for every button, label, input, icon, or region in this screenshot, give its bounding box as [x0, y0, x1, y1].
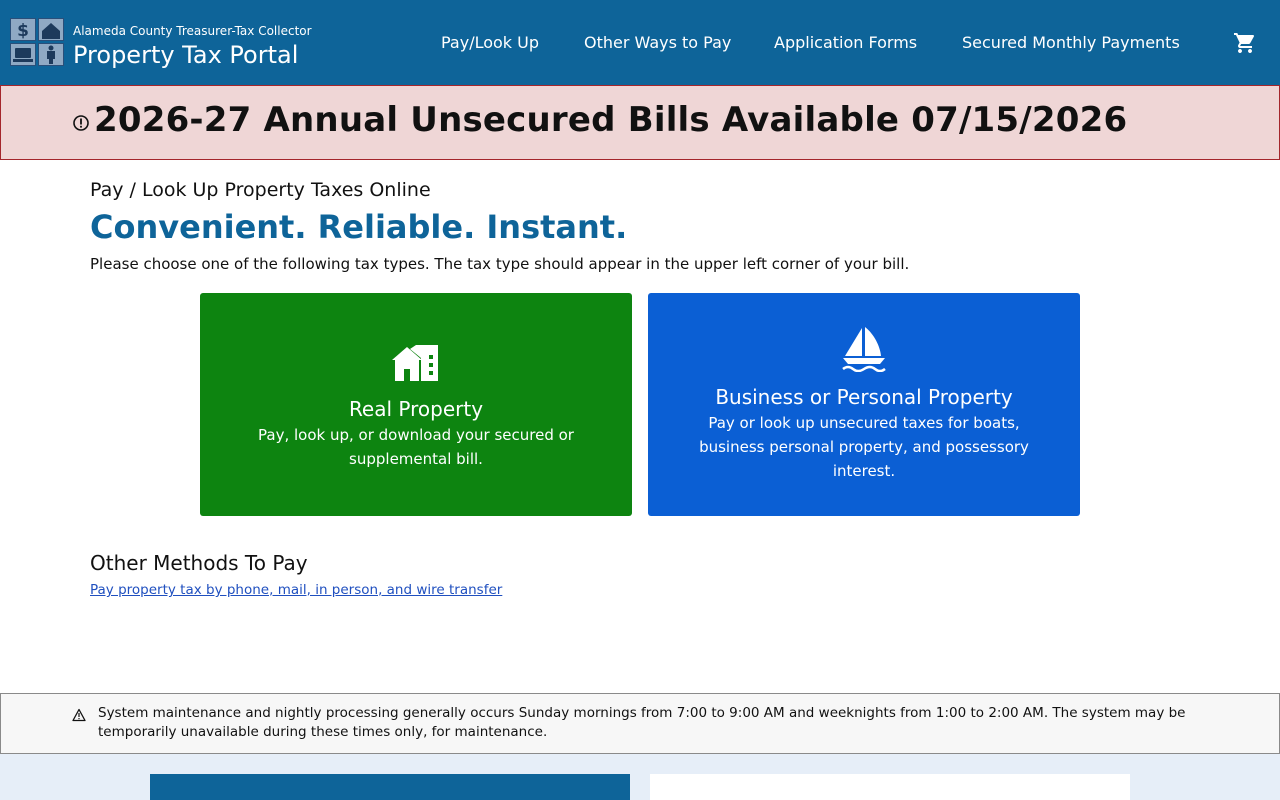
page-tagline: Convenient. Reliable. Instant.: [90, 208, 628, 246]
instructions-text: Please choose one of the following tax t…: [90, 255, 910, 273]
alert-text: 2026-27 Annual Unsecured Bills Available…: [94, 100, 1128, 140]
footer-card-left: [150, 774, 630, 800]
maintenance-notice: System maintenance and nightly processin…: [0, 693, 1280, 754]
nav-secured-monthly-payments[interactable]: Secured Monthly Payments: [962, 33, 1180, 52]
maintenance-notice-text: System maintenance and nightly processin…: [98, 705, 1186, 740]
real-property-description: Pay, look up, or download your secured o…: [258, 426, 574, 468]
house-icon: [392, 345, 438, 381]
business-property-description: Pay or look up unsecured taxes for boats…: [699, 414, 1029, 480]
business-personal-property-card[interactable]: Business or Personal Property Pay or loo…: [648, 293, 1080, 516]
shopping-cart-icon[interactable]: [1233, 31, 1257, 55]
real-property-title: Real Property: [348, 397, 484, 421]
other-methods-heading: Other Methods To Pay: [90, 551, 308, 575]
page-heading: Pay / Look Up Property Taxes Online: [90, 179, 431, 201]
county-logo-icon[interactable]: $: [10, 18, 64, 66]
brand-subtitle: Alameda County Treasurer-Tax Collector: [73, 24, 312, 38]
brand-title[interactable]: Property Tax Portal: [73, 41, 298, 69]
footer-card-right: [650, 774, 1130, 800]
svg-text:$: $: [17, 21, 29, 41]
business-property-title: Business or Personal Property: [715, 385, 1013, 409]
real-property-card[interactable]: Real Property Pay, look up, or download …: [200, 293, 632, 516]
alert-banner: 2026-27 Annual Unsecured Bills Available…: [0, 85, 1280, 160]
warning-triangle-icon: [72, 708, 86, 722]
other-methods-link[interactable]: Pay property tax by phone, mail, in pers…: [90, 582, 502, 598]
site-header: $ Alameda County Treasurer-Tax Collector…: [0, 0, 1280, 85]
sailboat-icon: [842, 327, 886, 372]
nav-other-ways-to-pay[interactable]: Other Ways to Pay: [584, 33, 731, 52]
alert-circle-icon: [73, 115, 89, 131]
nav-application-forms[interactable]: Application Forms: [774, 33, 917, 52]
nav-pay-look-up[interactable]: Pay/Look Up: [441, 33, 539, 52]
